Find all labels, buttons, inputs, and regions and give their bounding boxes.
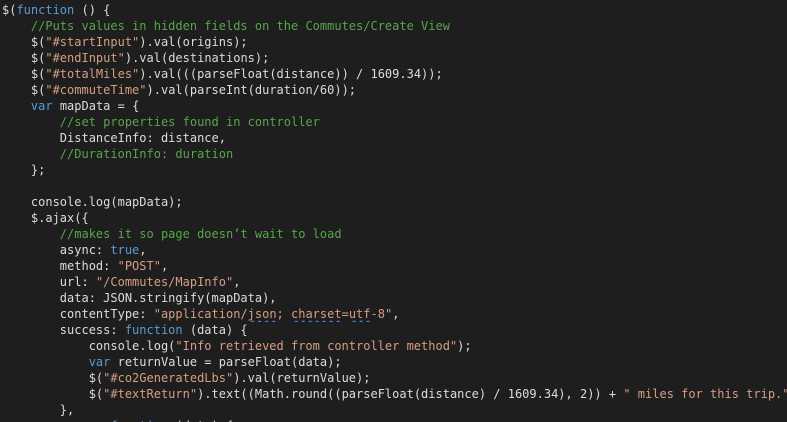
code-line[interactable]: //makes it so page doesn’t wait to load bbox=[2, 226, 787, 242]
code-text: $.ajax({ bbox=[2, 211, 89, 225]
code-text: () { bbox=[74, 3, 111, 17]
code-string: ; bbox=[276, 307, 291, 321]
spelling-squiggle-token: utf bbox=[348, 307, 371, 321]
code-line[interactable]: async: true, bbox=[2, 242, 787, 258]
code-comment: //Puts values in hidden fields on the Co… bbox=[30, 19, 450, 33]
code-line[interactable]: console.log(mapData); bbox=[2, 194, 787, 210]
code-line[interactable]: $(function () { bbox=[2, 2, 787, 18]
code-string: "Info retrieved from controller method" bbox=[175, 339, 458, 353]
code-text: , bbox=[160, 259, 169, 273]
code-line[interactable]: success: function (data) { bbox=[2, 322, 787, 338]
code-text: (data) { bbox=[182, 323, 248, 337]
code-line[interactable]: method: "POST", bbox=[2, 258, 787, 274]
code-line[interactable]: $("#startInput").val(origins); bbox=[2, 34, 787, 50]
code-text: ); bbox=[457, 339, 472, 353]
code-text: contentType: bbox=[2, 307, 154, 321]
code-text: , bbox=[233, 275, 241, 289]
code-text: , bbox=[139, 243, 147, 257]
spelling-squiggle-token: charset bbox=[291, 307, 342, 321]
code-line[interactable]: data: JSON.stringify(mapData), bbox=[2, 290, 787, 306]
code-line[interactable]: url: "/Commutes/MapInfo", bbox=[2, 274, 787, 290]
code-text: $( bbox=[2, 83, 46, 97]
code-editor[interactable]: $(function () { //Puts values in hidden … bbox=[0, 0, 787, 422]
code-text: , bbox=[392, 307, 400, 321]
code-line[interactable]: $("#totalMiles").val(((parseFloat(distan… bbox=[2, 66, 787, 82]
code-comment: //set properties found in controller bbox=[59, 115, 320, 129]
code-line[interactable]: error: function (data) { bbox=[2, 418, 787, 422]
code-line[interactable]: //set properties found in controller bbox=[2, 114, 787, 130]
code-text: method: bbox=[2, 259, 118, 273]
code-text: console.log( bbox=[2, 339, 176, 353]
code-text: $( bbox=[2, 35, 46, 49]
code-line[interactable]: //DurationInfo: duration bbox=[2, 146, 787, 162]
code-string: "#totalMiles" bbox=[45, 67, 140, 81]
code-string: "application/ bbox=[153, 307, 248, 321]
code-line[interactable]: contentType: "application/json; charset=… bbox=[2, 306, 787, 322]
code-area[interactable]: $(function () { //Puts values in hidden … bbox=[2, 2, 787, 422]
code-line[interactable]: }; bbox=[2, 162, 787, 178]
code-string: "#co2GeneratedLbs" bbox=[103, 371, 234, 385]
code-text: data: JSON.stringify(mapData), bbox=[2, 291, 277, 305]
code-keyword: var bbox=[30, 99, 53, 113]
code-text: mapData = { bbox=[52, 99, 140, 113]
code-keyword: function bbox=[124, 323, 183, 337]
code-keyword: var bbox=[88, 355, 111, 369]
code-line[interactable]: $("#endInput").val(destinations); bbox=[2, 50, 787, 66]
code-comment: //makes it so page doesn’t wait to load bbox=[59, 227, 342, 241]
code-line[interactable]: }, bbox=[2, 402, 787, 418]
code-string: -8" bbox=[370, 307, 393, 321]
code-line[interactable]: $.ajax({ bbox=[2, 210, 787, 226]
code-string: "#commuteTime" bbox=[45, 83, 147, 97]
code-text: console.log(mapData); bbox=[2, 195, 183, 209]
code-text: async: bbox=[2, 243, 111, 257]
code-text: ).val(origins); bbox=[139, 35, 248, 49]
code-line[interactable]: console.log("Info retrieved from control… bbox=[2, 338, 787, 354]
code-keyword: true bbox=[110, 243, 140, 257]
code-text: ).val(parseInt(duration/60)); bbox=[146, 83, 357, 97]
spelling-squiggle-token: json bbox=[247, 307, 277, 321]
code-text: $( bbox=[2, 371, 104, 385]
code-text: ).val(returnValue); bbox=[233, 371, 371, 385]
code-text: ).val(((parseFloat(distance)) / 1609.34)… bbox=[139, 67, 443, 81]
code-string: "#startInput" bbox=[45, 35, 140, 49]
code-string: "POST" bbox=[117, 259, 161, 273]
code-line[interactable]: $("#textReturn").text((Math.round((parse… bbox=[2, 386, 787, 402]
code-line[interactable]: var returnValue = parseFloat(data); bbox=[2, 354, 787, 370]
code-string: "#endInput" bbox=[45, 51, 125, 65]
code-text: ).text((Math.round((parseFloat(distance)… bbox=[197, 387, 624, 401]
code-string: " miles for this trip." bbox=[623, 387, 787, 401]
code-string: "#textReturn" bbox=[103, 387, 198, 401]
code-text: }, bbox=[2, 403, 75, 417]
code-line[interactable]: var mapData = { bbox=[2, 98, 787, 114]
code-string: "/Commutes/MapInfo" bbox=[95, 275, 234, 289]
code-text: $( bbox=[2, 67, 46, 81]
code-line[interactable]: $("#commuteTime").val(parseInt(duration/… bbox=[2, 82, 787, 98]
code-text: $( bbox=[2, 387, 104, 401]
code-text: $( bbox=[2, 51, 46, 65]
code-keyword: function bbox=[16, 3, 75, 17]
code-line[interactable]: $("#co2GeneratedLbs").val(returnValue); bbox=[2, 370, 787, 386]
code-text: }; bbox=[2, 163, 46, 177]
code-text: success: bbox=[2, 323, 125, 337]
code-line[interactable]: DistanceInfo: distance, bbox=[2, 130, 787, 146]
code-text: DistanceInfo: distance, bbox=[2, 131, 226, 145]
code-text: url: bbox=[2, 275, 96, 289]
code-string: = bbox=[341, 307, 349, 321]
code-line[interactable] bbox=[2, 178, 787, 194]
code-comment: //DurationInfo: duration bbox=[59, 147, 234, 161]
code-line[interactable]: //Puts values in hidden fields on the Co… bbox=[2, 18, 787, 34]
code-text: ).val(destinations); bbox=[124, 51, 270, 65]
code-text: $( bbox=[2, 3, 17, 17]
code-text: returnValue = parseFloat(data); bbox=[110, 355, 342, 369]
